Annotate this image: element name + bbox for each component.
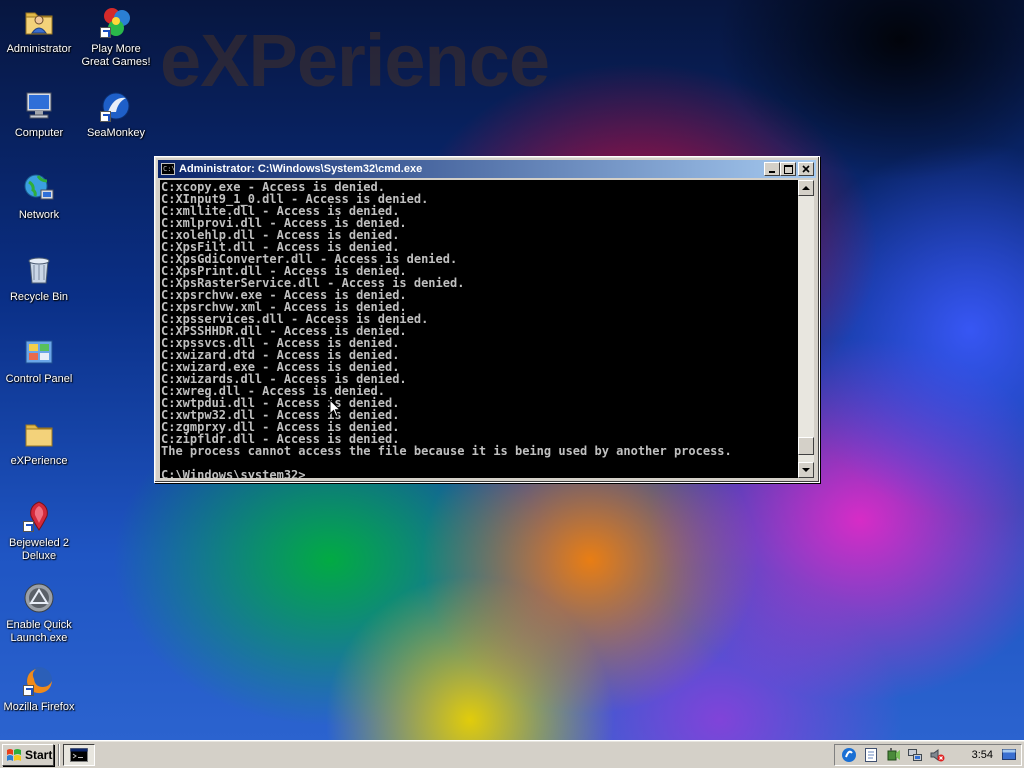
bejeweled-icon <box>23 500 55 532</box>
scroll-up-button[interactable] <box>798 180 814 196</box>
recycle-bin-icon <box>23 254 55 286</box>
desktop-icon-seamonkey[interactable]: SeaMonkey <box>78 90 154 140</box>
window-titlebar[interactable]: C:\ Administrator: C:\Windows\System32\c… <box>158 160 816 178</box>
folder-icon <box>23 418 55 450</box>
desktop-icon-label: Administrator <box>6 43 72 55</box>
power-icon[interactable] <box>885 747 901 763</box>
desktop-icon-administrator[interactable]: Administrator <box>1 6 77 56</box>
shortcut-arrow-icon <box>100 27 111 38</box>
wallpaper-brand-text: eXPerience <box>160 19 550 102</box>
scroll-down-button[interactable] <box>798 462 814 478</box>
skype-icon[interactable] <box>841 747 857 763</box>
arrow-down-icon <box>802 468 810 472</box>
clock[interactable]: 3:54 <box>972 749 993 761</box>
system-tray: 3:54 <box>834 744 1022 766</box>
desktop-icon-bejeweled[interactable]: Bejeweled 2 Deluxe <box>1 500 77 563</box>
desktop-icon-computer[interactable]: Computer <box>1 90 77 140</box>
mouse-pointer-icon <box>329 399 341 418</box>
games-icon <box>100 6 132 38</box>
notepad-icon[interactable] <box>863 747 879 763</box>
minimize-icon <box>769 171 775 173</box>
taskbar-button-cmd[interactable] <box>63 744 95 766</box>
desktop-icon-label: Network <box>18 209 60 221</box>
taskbar: Start 3:54 <box>0 740 1024 768</box>
seamonkey-icon <box>100 90 132 122</box>
arrow-up-icon <box>802 186 810 190</box>
shortcut-arrow-icon <box>23 685 34 696</box>
desktop-icon-label: Mozilla Firefox <box>3 701 75 713</box>
taskbar-divider <box>58 744 60 766</box>
window-title: Administrator: C:\Windows\System32\cmd.e… <box>179 163 423 175</box>
desktop-icon-experience[interactable]: eXPerience <box>1 418 77 468</box>
quick-launch-icon <box>23 582 55 614</box>
shortcut-arrow-icon <box>23 521 34 532</box>
desktop-icon-network[interactable]: Network <box>1 172 77 222</box>
maximize-icon <box>783 164 793 174</box>
desktop-icon-label: Computer <box>14 127 64 139</box>
close-icon <box>802 165 810 173</box>
desktop-icon-label: Recycle Bin <box>9 291 69 303</box>
desktop-icon-label: eXPerience <box>10 455 68 467</box>
minimize-button[interactable] <box>764 162 780 176</box>
vertical-scrollbar[interactable] <box>798 180 814 478</box>
control-panel-icon <box>23 336 55 368</box>
cmd-app-icon[interactable]: C:\ <box>161 163 175 175</box>
desktop-icon-control-panel[interactable]: Control Panel <box>1 336 77 386</box>
desktop: eXPerience Administrator Play More Great… <box>0 0 1024 740</box>
firefox-icon <box>23 664 55 696</box>
cmd-window[interactable]: C:\ Administrator: C:\Windows\System32\c… <box>154 156 820 483</box>
terminal-body[interactable]: C:xcopy.exe - Access is denied. C:XInput9… <box>160 180 814 478</box>
desktop-icon-quick-launch[interactable]: Enable Quick Launch.exe <box>1 582 77 645</box>
desktop-icon-firefox[interactable]: Mozilla Firefox <box>1 664 77 714</box>
terminal-line: The process cannot access the file becau… <box>161 444 732 458</box>
start-button[interactable]: Start <box>2 744 54 766</box>
desktop-icon-play-more-games[interactable]: Play More Great Games! <box>78 6 154 69</box>
cmd-taskbar-icon <box>70 748 88 762</box>
scrollbar-thumb[interactable] <box>798 436 814 455</box>
computer-icon <box>23 90 55 122</box>
volume-muted-icon[interactable] <box>929 747 945 763</box>
desktop-icon-recycle-bin[interactable]: Recycle Bin <box>1 254 77 304</box>
network-icon <box>23 172 55 204</box>
maximize-button[interactable] <box>780 162 796 176</box>
shortcut-arrow-icon <box>100 111 111 122</box>
desktop-icon-label: Control Panel <box>5 373 73 385</box>
terminal-prompt[interactable]: C:\Windows\system32> <box>161 468 306 478</box>
start-label: Start <box>25 748 53 762</box>
terminal-prompt-line[interactable]: C:\Windows\system32> <box>161 469 797 478</box>
desktop-icon-label: SeaMonkey <box>86 127 146 139</box>
windows-logo-icon <box>7 749 21 761</box>
desktop-icon-label: Bejeweled 2 Deluxe <box>9 537 69 562</box>
user-folder-icon <box>23 6 55 38</box>
desktop-icon-label: Play More Great Games! <box>81 43 151 68</box>
desktop-icon-label: Enable Quick Launch.exe <box>6 619 72 644</box>
network-icon[interactable] <box>907 747 923 763</box>
show-desktop-icon[interactable] <box>1001 748 1017 762</box>
terminal-output[interactable]: C:xcopy.exe - Access is denied. C:XInput9… <box>161 181 797 478</box>
close-button[interactable] <box>798 162 814 176</box>
